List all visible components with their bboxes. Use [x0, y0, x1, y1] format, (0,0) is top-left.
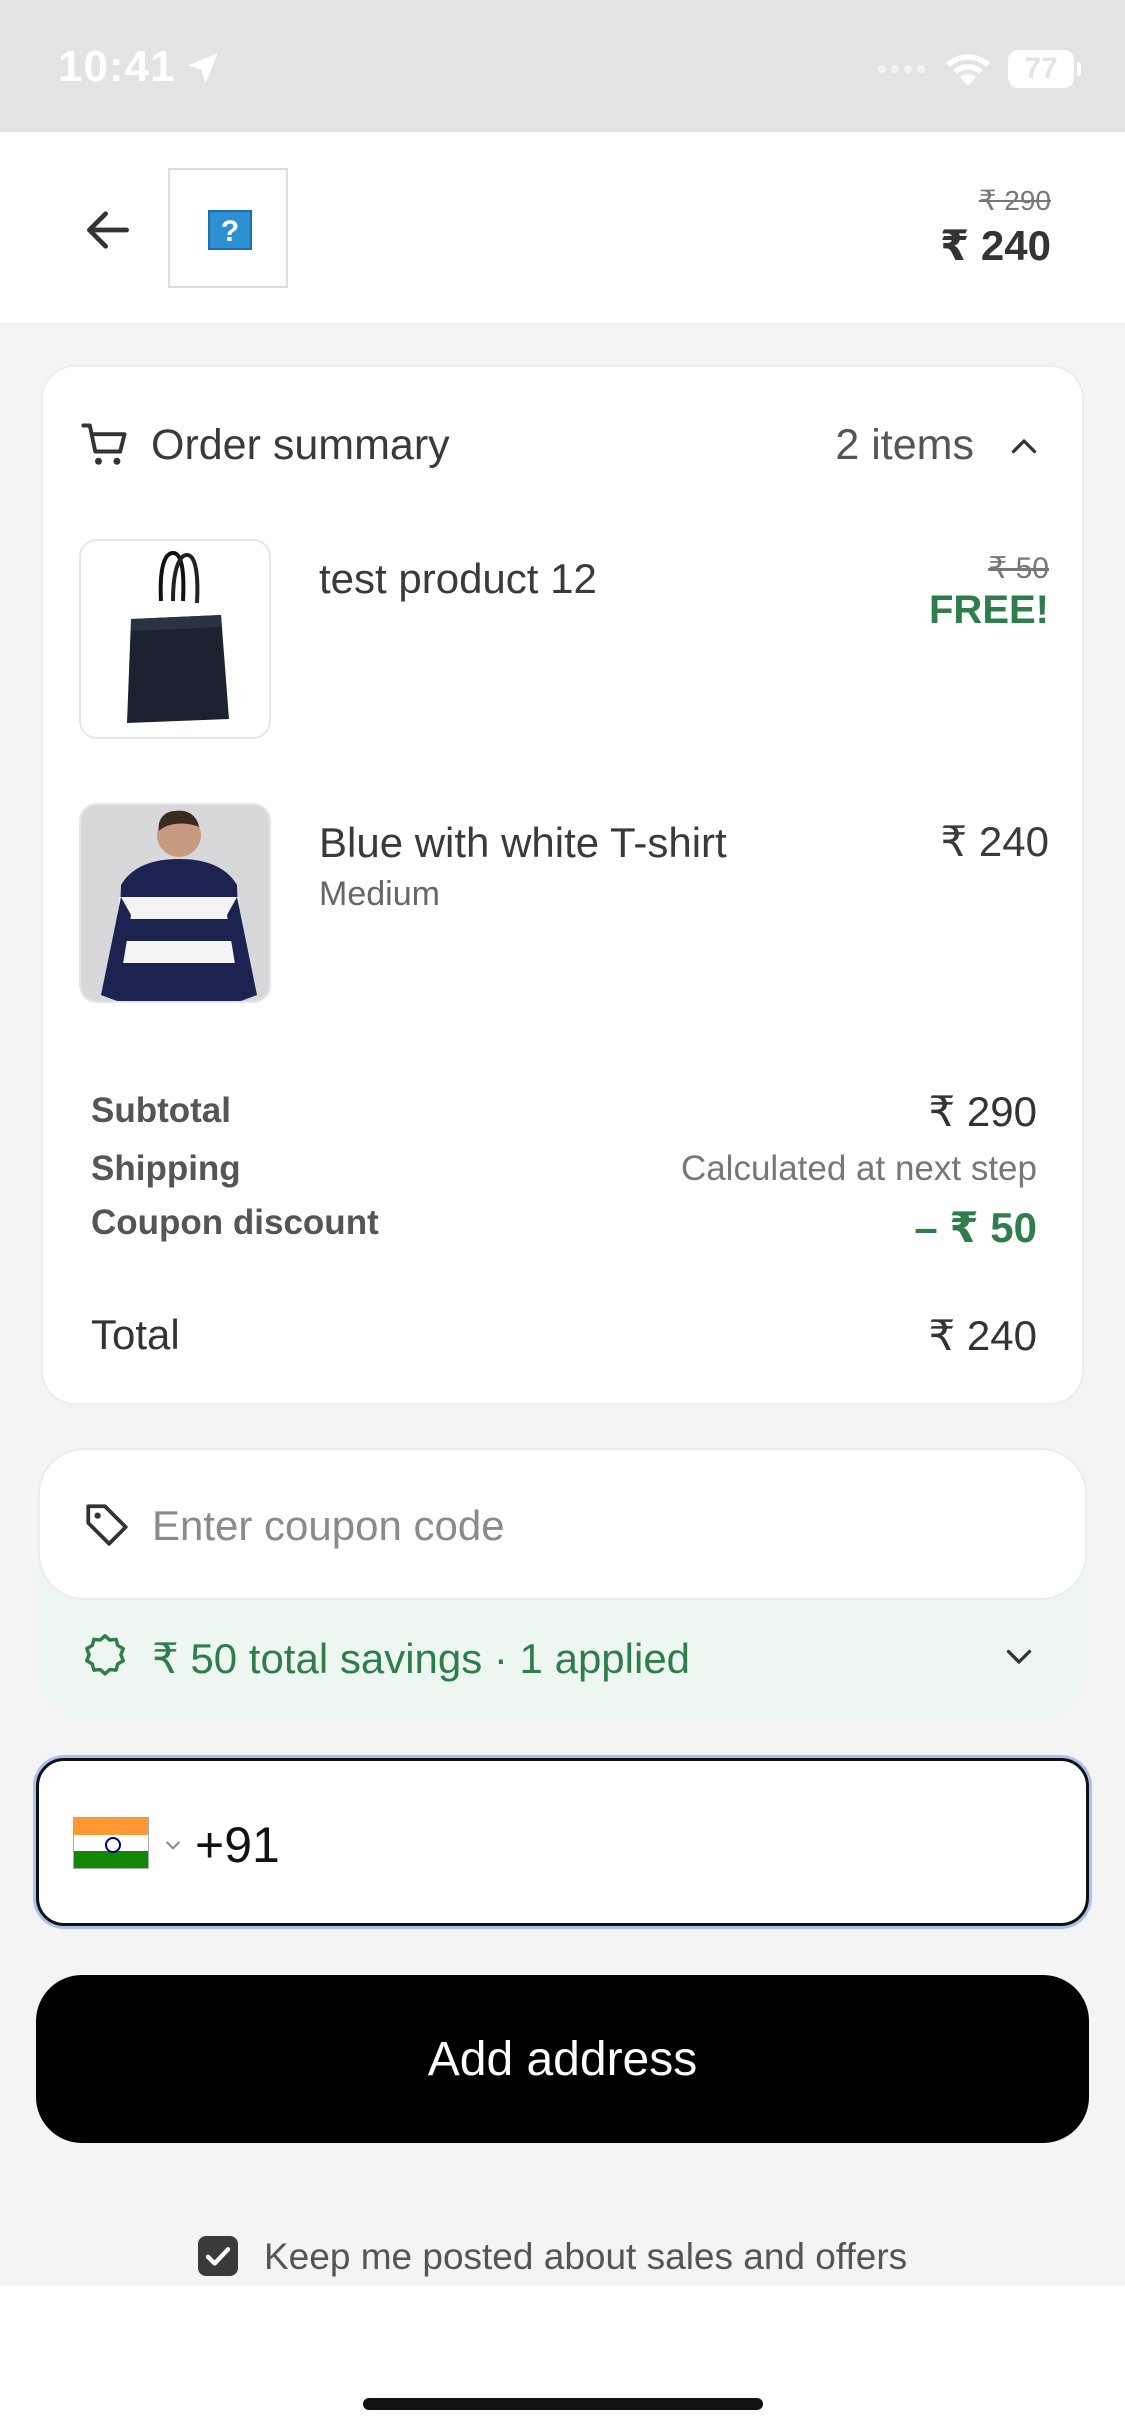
- signal-icon: [878, 60, 930, 78]
- product-row: test product 12 ₹ 50 FREE!: [79, 539, 1049, 739]
- product-price-block: ₹ 50 FREE!: [929, 551, 1049, 633]
- home-indicator: [363, 2398, 763, 2410]
- coupon-input[interactable]: [152, 1488, 1032, 1564]
- shipping-value: Calculated at next step: [680, 1149, 1037, 1188]
- product-row: Blue with white T-shirt Medium ₹ 240: [79, 803, 1049, 1003]
- product-price: ₹ 240: [940, 818, 1049, 865]
- shipping-label: Shipping: [91, 1149, 241, 1188]
- status-time: 10:41: [58, 42, 176, 91]
- coupon-discount-value: – ₹ 50: [914, 1204, 1037, 1251]
- coupon-section: ₹ 50 total savings · 1 applied: [38, 1448, 1087, 1718]
- coupon-field: [38, 1448, 1087, 1600]
- subtotal-value: ₹ 290: [928, 1088, 1037, 1135]
- optin-label: Keep me posted about sales and offers: [264, 2236, 908, 2277]
- order-summary-card: Order summary 2 items test product 12 ₹ …: [41, 365, 1084, 1405]
- subtotal-label: Subtotal: [91, 1091, 231, 1130]
- location-arrow-icon: [188, 53, 218, 83]
- store-logo: ?: [168, 168, 288, 288]
- battery-icon: 77: [1008, 50, 1081, 88]
- total-label: Total: [91, 1311, 180, 1358]
- cart-icon: [81, 423, 127, 465]
- items-count: 2 items: [835, 421, 974, 469]
- chevron-up-icon[interactable]: [1006, 429, 1042, 465]
- header-original-price: ₹ 290: [978, 185, 1051, 216]
- coupon-discount-label: Coupon discount: [91, 1203, 379, 1242]
- chevron-down-icon[interactable]: [1001, 1638, 1037, 1674]
- total-value: ₹ 240: [928, 1312, 1037, 1359]
- product-image-tote-bag: [79, 539, 271, 739]
- header-total-price: ₹ 240: [940, 222, 1051, 269]
- broken-image-icon: ?: [208, 210, 252, 250]
- add-address-button[interactable]: Add address: [36, 1975, 1089, 2143]
- product-original-price: ₹ 50: [988, 552, 1049, 585]
- free-badge: FREE!: [929, 588, 1049, 632]
- phone-field: [36, 1758, 1089, 1926]
- phone-input[interactable]: [195, 1805, 1045, 1885]
- check-icon: [205, 2247, 231, 2266]
- product-price-block: ₹ 240: [941, 817, 1049, 866]
- bottom-safe-area: [0, 2286, 1125, 2436]
- tag-icon: [86, 1504, 128, 1546]
- product-image-tshirt: [79, 803, 271, 1003]
- discount-badge-icon: [85, 1634, 125, 1676]
- savings-summary[interactable]: ₹ 50 total savings · 1 applied: [152, 1634, 690, 1683]
- checkbox-checked[interactable]: [198, 2236, 238, 2276]
- country-chevron-down-icon[interactable]: [163, 1835, 183, 1855]
- product-name: Blue with white T-shirt: [319, 819, 727, 866]
- status-bar: 10:41 77: [0, 0, 1125, 132]
- product-variant: Medium: [319, 875, 440, 913]
- product-name: test product 12: [319, 555, 597, 602]
- back-arrow-icon[interactable]: [80, 202, 136, 258]
- wifi-icon: [946, 54, 990, 86]
- header-price: ₹ 290 ₹ 240: [940, 184, 1051, 270]
- checkout-header: ? ₹ 290 ₹ 240: [0, 132, 1125, 325]
- order-summary-title: Order summary: [151, 421, 450, 469]
- india-flag-icon[interactable]: [73, 1817, 149, 1869]
